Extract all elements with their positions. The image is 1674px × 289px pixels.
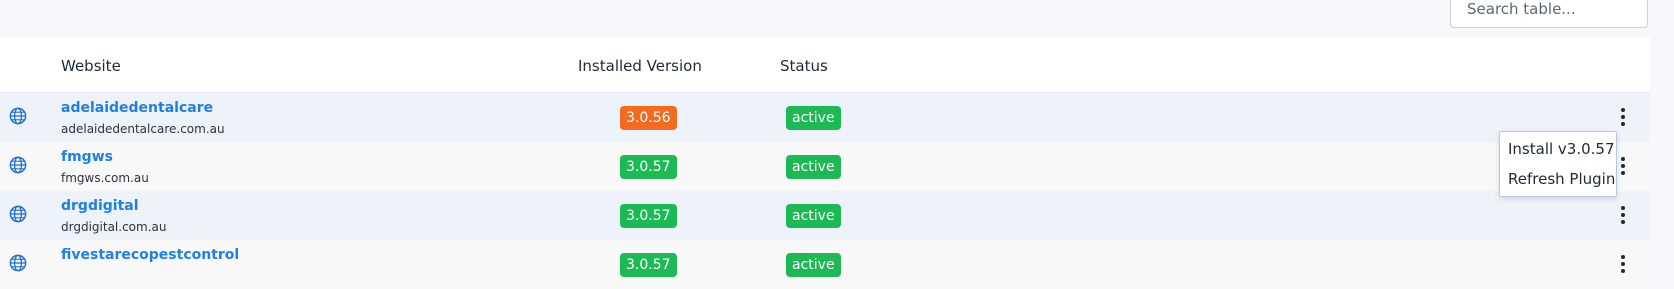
website-domain: fmgws.com.au bbox=[61, 171, 149, 185]
table-row: drgdigital drgdigital.com.au 3.0.57 acti… bbox=[0, 191, 1650, 240]
version-badge: 3.0.57 bbox=[620, 204, 677, 228]
website-domain: drgdigital.com.au bbox=[61, 220, 167, 234]
row-actions-menu-icon[interactable] bbox=[1616, 154, 1630, 178]
globe-icon bbox=[9, 107, 27, 125]
column-header-installed-version[interactable]: Installed Version bbox=[578, 57, 702, 75]
table-row: adelaidedentalcare adelaidedentalcare.co… bbox=[0, 93, 1650, 142]
globe-icon bbox=[9, 156, 27, 174]
version-badge: 3.0.56 bbox=[620, 106, 677, 130]
globe-icon bbox=[9, 205, 27, 223]
install-version-menu-item[interactable]: Install v3.0.57 bbox=[1508, 140, 1615, 158]
status-badge: active bbox=[786, 253, 841, 277]
column-header-website[interactable]: Website bbox=[61, 57, 121, 75]
website-name-link[interactable]: drgdigital bbox=[61, 198, 139, 214]
website-name-link[interactable]: fivestarecopestcontrol bbox=[61, 247, 239, 263]
refresh-plugin-menu-item[interactable]: Refresh Plugin bbox=[1508, 170, 1615, 188]
column-header-status[interactable]: Status bbox=[780, 57, 828, 75]
version-badge: 3.0.57 bbox=[620, 155, 677, 179]
websites-table: Website Installed Version Status adelaid… bbox=[0, 37, 1650, 289]
globe-icon bbox=[9, 254, 27, 272]
website-name-link[interactable]: fmgws bbox=[61, 149, 113, 165]
status-badge: active bbox=[786, 155, 841, 179]
row-actions-menu-icon[interactable] bbox=[1616, 105, 1630, 129]
version-badge: 3.0.57 bbox=[620, 253, 677, 277]
table-row: fivestarecopestcontrol 3.0.57 active bbox=[0, 240, 1650, 289]
status-badge: active bbox=[786, 106, 841, 130]
status-badge: active bbox=[786, 204, 841, 228]
table-header: Website Installed Version Status bbox=[0, 37, 1650, 93]
row-actions-menu-icon[interactable] bbox=[1616, 252, 1630, 276]
website-domain: adelaidedentalcare.com.au bbox=[61, 122, 225, 136]
website-name-link[interactable]: adelaidedentalcare bbox=[61, 100, 213, 116]
row-actions-dropdown: Install v3.0.57 Refresh Plugin bbox=[1499, 131, 1617, 197]
search-input[interactable] bbox=[1450, 0, 1648, 28]
table-row: fmgws fmgws.com.au 3.0.57 active bbox=[0, 142, 1650, 191]
row-actions-menu-icon[interactable] bbox=[1616, 203, 1630, 227]
